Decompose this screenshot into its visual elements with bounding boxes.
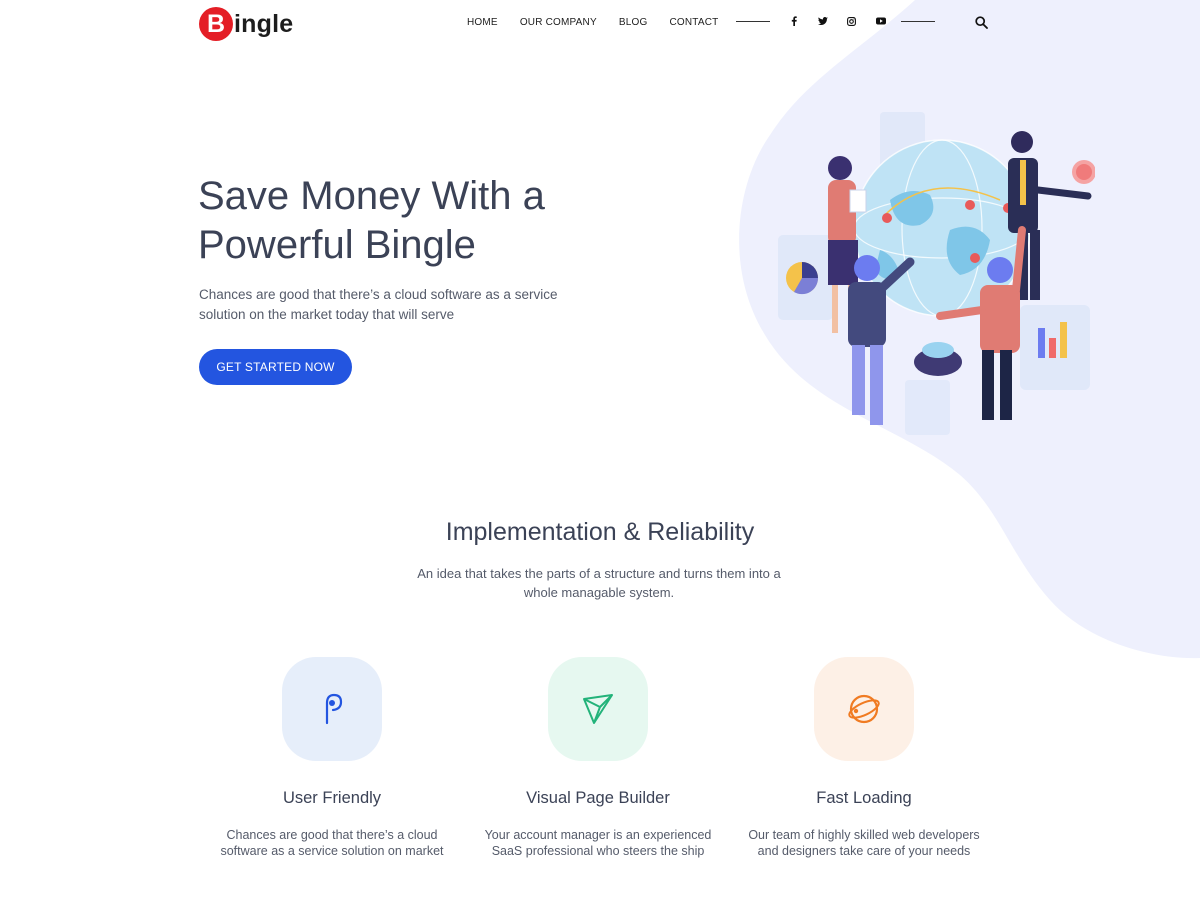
- youtube-icon[interactable]: [866, 17, 895, 25]
- feature-user-friendly: User Friendly Chances are good that ther…: [202, 657, 462, 859]
- pointer-icon: [325, 693, 343, 725]
- hero-title: Save Money With a Powerful Bingle: [198, 172, 618, 270]
- hero-title-line1: Save Money With a: [198, 174, 545, 218]
- nav-our-company[interactable]: OUR COMPANY: [520, 17, 597, 28]
- divider-line: [736, 20, 770, 22]
- orbit-icon-box: [814, 657, 914, 761]
- orbit-icon: [848, 694, 880, 724]
- paper-plane-icon: [583, 694, 613, 724]
- logo-text: ingle: [234, 9, 294, 38]
- feature-title: Visual Page Builder: [526, 789, 670, 807]
- get-started-button[interactable]: GET STARTED NOW: [199, 349, 352, 385]
- feature-text: Our team of highly skilled web developer…: [748, 828, 980, 858]
- hero-subtitle: Chances are good that there’s a cloud so…: [199, 287, 558, 322]
- main-nav: HOME OUR COMPANY BLOG CONTACT: [467, 17, 740, 28]
- feature-text: Your account manager is an experienced S…: [484, 828, 712, 858]
- pointer-icon-box: [282, 657, 382, 761]
- twitter-icon[interactable]: [808, 16, 837, 26]
- nav-contact[interactable]: CONTACT: [669, 17, 718, 28]
- social-links: [736, 16, 935, 26]
- brand-logo[interactable]: B ingle: [199, 6, 293, 42]
- paper-plane-icon-box: [548, 657, 648, 761]
- instagram-icon[interactable]: [837, 16, 866, 26]
- hero-illustration: [778, 112, 1095, 435]
- section-subtitle: An idea that takes the parts of a struct…: [417, 566, 781, 600]
- feature-fast-loading: Fast Loading Our team of highly skilled …: [734, 657, 994, 859]
- divider-line: [901, 20, 935, 22]
- facebook-icon[interactable]: [779, 16, 808, 26]
- nav-home[interactable]: HOME: [467, 17, 498, 28]
- feature-visual-page-builder: Visual Page Builder Your account manager…: [468, 657, 728, 859]
- feature-title: User Friendly: [282, 789, 382, 807]
- feature-text: Chances are good that there’s a cloud so…: [220, 828, 444, 858]
- nav-blog[interactable]: BLOG: [619, 17, 648, 28]
- section-title: Implementation & Reliability: [445, 518, 755, 546]
- search-icon[interactable]: [975, 16, 988, 34]
- hero-title-line2: Powerful Bingle: [198, 223, 476, 267]
- logo-badge: B: [199, 7, 233, 41]
- feature-title: Fast Loading: [816, 789, 912, 807]
